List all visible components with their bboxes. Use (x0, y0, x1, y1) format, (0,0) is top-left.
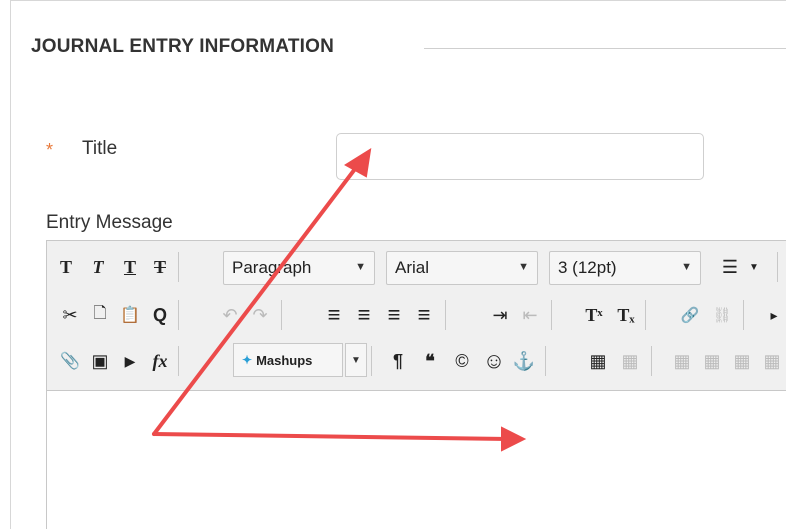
insert-media-button[interactable]: ▶ (115, 345, 145, 377)
chevron-down-icon: ▼ (518, 261, 529, 273)
insert-image-button[interactable]: ▣ (85, 345, 115, 377)
math-editor-button[interactable]: fx (145, 345, 175, 377)
underline-button[interactable]: T (115, 251, 145, 283)
paragraph-format-select[interactable]: Paragraph ▼ (223, 251, 375, 285)
toolbar-separator (178, 300, 179, 330)
mashups-label: Mashups (256, 352, 313, 368)
required-indicator: * (46, 140, 54, 160)
strikethrough-button[interactable]: T (145, 251, 175, 283)
subscript-button[interactable]: Tₓ (611, 299, 641, 331)
section-divider (424, 48, 786, 49)
justify-button[interactable]: ≡ (409, 299, 439, 331)
indent-button[interactable]: ⇥ (485, 299, 515, 331)
table-split-icon[interactable]: ▦ (727, 345, 757, 377)
toolbar-separator (371, 346, 372, 376)
blockquote-button[interactable]: ❝ (415, 345, 445, 377)
toolbar-separator (281, 300, 282, 330)
mashups-button[interactable]: ✦ Mashups (233, 343, 343, 377)
title-input[interactable] (336, 133, 704, 180)
font-family-select[interactable]: Arial ▼ (386, 251, 538, 285)
italic-button[interactable]: T (83, 251, 113, 283)
emoticon-button[interactable]: ☺ (479, 345, 509, 377)
toolbar-separator (178, 346, 179, 376)
toolbar-separator (545, 346, 546, 376)
table-cell-icon[interactable]: ▦ (667, 345, 697, 377)
entry-message-textarea[interactable] (47, 391, 786, 529)
find-button[interactable]: Q (145, 299, 175, 331)
chevron-down-icon: ▼ (355, 261, 366, 273)
align-left-button[interactable]: ≡ (319, 299, 349, 331)
align-center-button[interactable]: ≡ (349, 299, 379, 331)
new-document-button[interactable]: 🗋 (85, 299, 115, 331)
toolbar-separator (777, 252, 778, 282)
mashups-dropdown-chevron-icon[interactable]: ▼ (345, 343, 367, 377)
outdent-button[interactable]: ⇤ (515, 299, 545, 331)
superscript-button[interactable]: Tˣ (579, 299, 609, 331)
toolbar-separator (743, 300, 744, 330)
editor-toolbar: T T T T Paragraph ▼ Arial ▼ 3 (12pt) ▼ ☰… (47, 241, 786, 391)
font-size-value: 3 (12pt) (558, 258, 617, 277)
special-character-button[interactable]: © (447, 345, 477, 377)
toolbar-separator (651, 346, 652, 376)
link-button[interactable]: 🔗 (675, 299, 705, 331)
insert-table-button[interactable]: ▦ (583, 345, 613, 377)
attach-file-button[interactable]: 📎 (55, 345, 85, 377)
font-size-select[interactable]: 3 (12pt) ▼ (549, 251, 701, 285)
cut-button[interactable]: ✂ (55, 299, 85, 331)
anchor-button[interactable]: ⚓ (509, 345, 539, 377)
section-title: JOURNAL ENTRY INFORMATION (31, 36, 335, 57)
title-label: Title (82, 138, 118, 159)
table-row-icon[interactable]: ▦ (615, 345, 645, 377)
bullet-list-button[interactable]: ☰ (715, 251, 745, 283)
bold-button[interactable]: T (51, 251, 81, 283)
align-right-button[interactable]: ≡ (379, 299, 409, 331)
table-merge-icon[interactable]: ▦ (697, 345, 727, 377)
paste-button[interactable]: 📋 (115, 299, 145, 331)
list-options-chevron-icon[interactable]: ▼ (747, 251, 761, 283)
chevron-down-icon: ▼ (681, 261, 692, 273)
undo-button[interactable]: ↶ (215, 299, 245, 331)
entry-message-label: Entry Message (46, 212, 173, 233)
toolbar-separator (445, 300, 446, 330)
pilcrow-button[interactable]: ¶ (383, 345, 413, 377)
toolbar-separator (645, 300, 646, 330)
rich-text-editor: T T T T Paragraph ▼ Arial ▼ 3 (12pt) ▼ ☰… (46, 240, 786, 529)
paragraph-format-value: Paragraph (232, 258, 312, 277)
more-options-icon[interactable]: ▸ (759, 299, 786, 331)
font-family-value: Arial (395, 258, 430, 277)
toolbar-separator (551, 300, 552, 330)
mashups-icon: ✦ (242, 353, 253, 367)
unlink-button[interactable]: ⛓ (707, 299, 737, 331)
table-props-icon[interactable]: ▦ (757, 345, 786, 377)
toolbar-separator (178, 252, 179, 282)
redo-button[interactable]: ↷ (245, 299, 275, 331)
